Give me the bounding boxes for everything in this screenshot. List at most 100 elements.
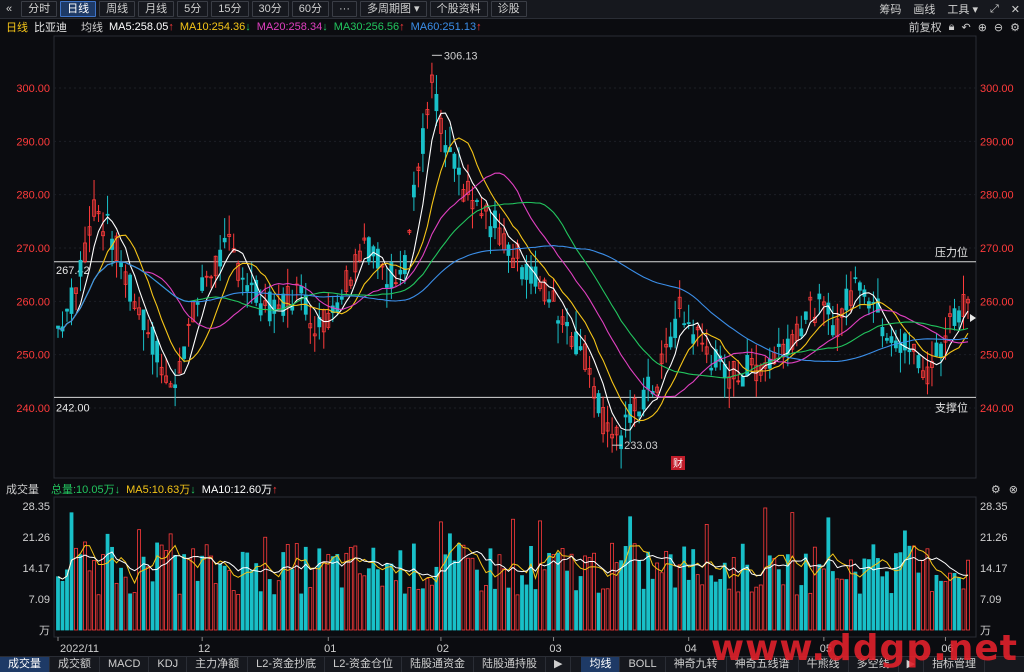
volume-bar [533, 589, 538, 631]
price-tick-right: 300.00 [980, 83, 1014, 95]
volume-bar [411, 543, 416, 631]
date-label: 12 [198, 643, 210, 655]
volume-bar [182, 554, 187, 631]
candle-body [195, 302, 200, 305]
volume-bar [511, 518, 515, 631]
volume-bar [857, 593, 862, 631]
volume-bar [934, 574, 939, 631]
candle-body [885, 337, 889, 341]
price-tick-left: 280.00 [16, 190, 50, 202]
volume-bar [475, 569, 479, 631]
volume-bar [943, 581, 948, 631]
candle-body [411, 184, 416, 198]
kline-chart[interactable]: 300.00 300.00 290.00 290.00 280.00 280.00 270.… [0, 0, 1024, 656]
volume-bar [56, 576, 60, 631]
price-tick-left: 260.00 [16, 296, 50, 308]
volume-bar [150, 581, 155, 631]
volume-bar [659, 572, 664, 631]
volume-bar [74, 547, 78, 631]
indicator-tab-6[interactable]: L2-资金仓位 [325, 657, 402, 672]
volume-bar [321, 561, 326, 631]
indicator-tab-0[interactable]: 成交量 [0, 657, 50, 672]
volume-total: 总量:10.05万↓ [51, 484, 121, 496]
volume-bar [565, 570, 569, 631]
volume-ma5: MA5:10.63万↓ [126, 484, 196, 496]
volume-bar [966, 559, 970, 631]
indicator-tab-10[interactable]: 均线 [581, 657, 621, 672]
volume-tick-right: 21.26 [980, 532, 1008, 544]
volume-bar [596, 592, 601, 631]
volume-bar [709, 575, 714, 631]
candle-body [249, 282, 254, 286]
volume-bar [835, 578, 840, 631]
volume-bar [258, 591, 263, 631]
volume-bar [448, 533, 452, 631]
volume-bar [520, 575, 524, 631]
volume-bar [682, 546, 687, 631]
candle-body [434, 93, 439, 112]
volume-bar [758, 584, 763, 631]
volume-bar [551, 554, 556, 631]
volume-bar [200, 555, 205, 631]
volume-bar [641, 588, 646, 631]
volume-bar [69, 512, 74, 631]
volume-bar [186, 558, 191, 631]
candle-body [371, 246, 376, 257]
volume-bar [317, 548, 322, 631]
volume-bar [326, 554, 331, 631]
volume-bar [96, 594, 101, 631]
volume-bar [862, 558, 867, 631]
volume-bar [213, 583, 218, 631]
indicator-tab-2[interactable]: MACD [100, 657, 150, 672]
indicator-tab-8[interactable]: 陆股通持股 [474, 657, 546, 672]
date-label: 2022/11 [60, 643, 99, 655]
indicator-tab-4[interactable]: 主力净额 [187, 657, 249, 672]
candle-body [889, 336, 894, 343]
volume-bar [695, 574, 700, 631]
indicator-tab-11[interactable]: BOLL [620, 657, 666, 672]
volume-bar [812, 546, 817, 631]
volume-bar [249, 570, 254, 631]
volume-bar [916, 572, 921, 631]
volume-bar [839, 578, 844, 631]
indicator-tab-5[interactable]: L2-资金抄底 [248, 657, 326, 672]
volume-bar [312, 567, 317, 631]
volume-bar [299, 593, 304, 631]
volume-bar [668, 554, 673, 631]
candle-body [141, 309, 146, 331]
volume-bar [776, 569, 781, 631]
candle-body [402, 255, 407, 275]
volume-bar [484, 585, 488, 631]
financial-badge-label: 财 [673, 457, 683, 470]
candle-body [488, 226, 493, 238]
volume-bar [853, 571, 858, 631]
ma20-line [57, 172, 969, 398]
volume-bar [470, 557, 475, 631]
indicator-tab-3[interactable]: KDJ [149, 657, 188, 672]
indicator-tab-9[interactable]: ▶ [546, 657, 572, 672]
candle-body [637, 411, 642, 417]
volume-bar [272, 594, 277, 631]
candle-body [69, 287, 74, 314]
volume-bar [925, 548, 930, 631]
volume-bar [430, 584, 434, 631]
volume-tick-right: 7.09 [980, 594, 1001, 606]
volume-bar [87, 570, 92, 631]
indicator-tab-1[interactable]: 成交额 [50, 657, 100, 672]
indicator-tab-7[interactable]: 陆股通资金 [402, 657, 474, 672]
volume-bar [939, 580, 943, 631]
date-label: 04 [685, 643, 697, 655]
volume-close-icon[interactable]: ⊗ [1009, 483, 1018, 496]
volume-bar [713, 581, 718, 631]
volume-bar [407, 587, 412, 631]
candle-body [218, 249, 223, 267]
candle-body [119, 261, 123, 267]
volume-settings-icon[interactable]: ⚙ [991, 483, 1001, 496]
candle-body [686, 322, 691, 325]
volume-bar [772, 558, 777, 631]
volume-bar [894, 553, 898, 631]
volume-bar [628, 516, 633, 631]
volume-bar [421, 588, 425, 631]
volume-bar [389, 563, 394, 631]
volume-bar [65, 569, 69, 631]
